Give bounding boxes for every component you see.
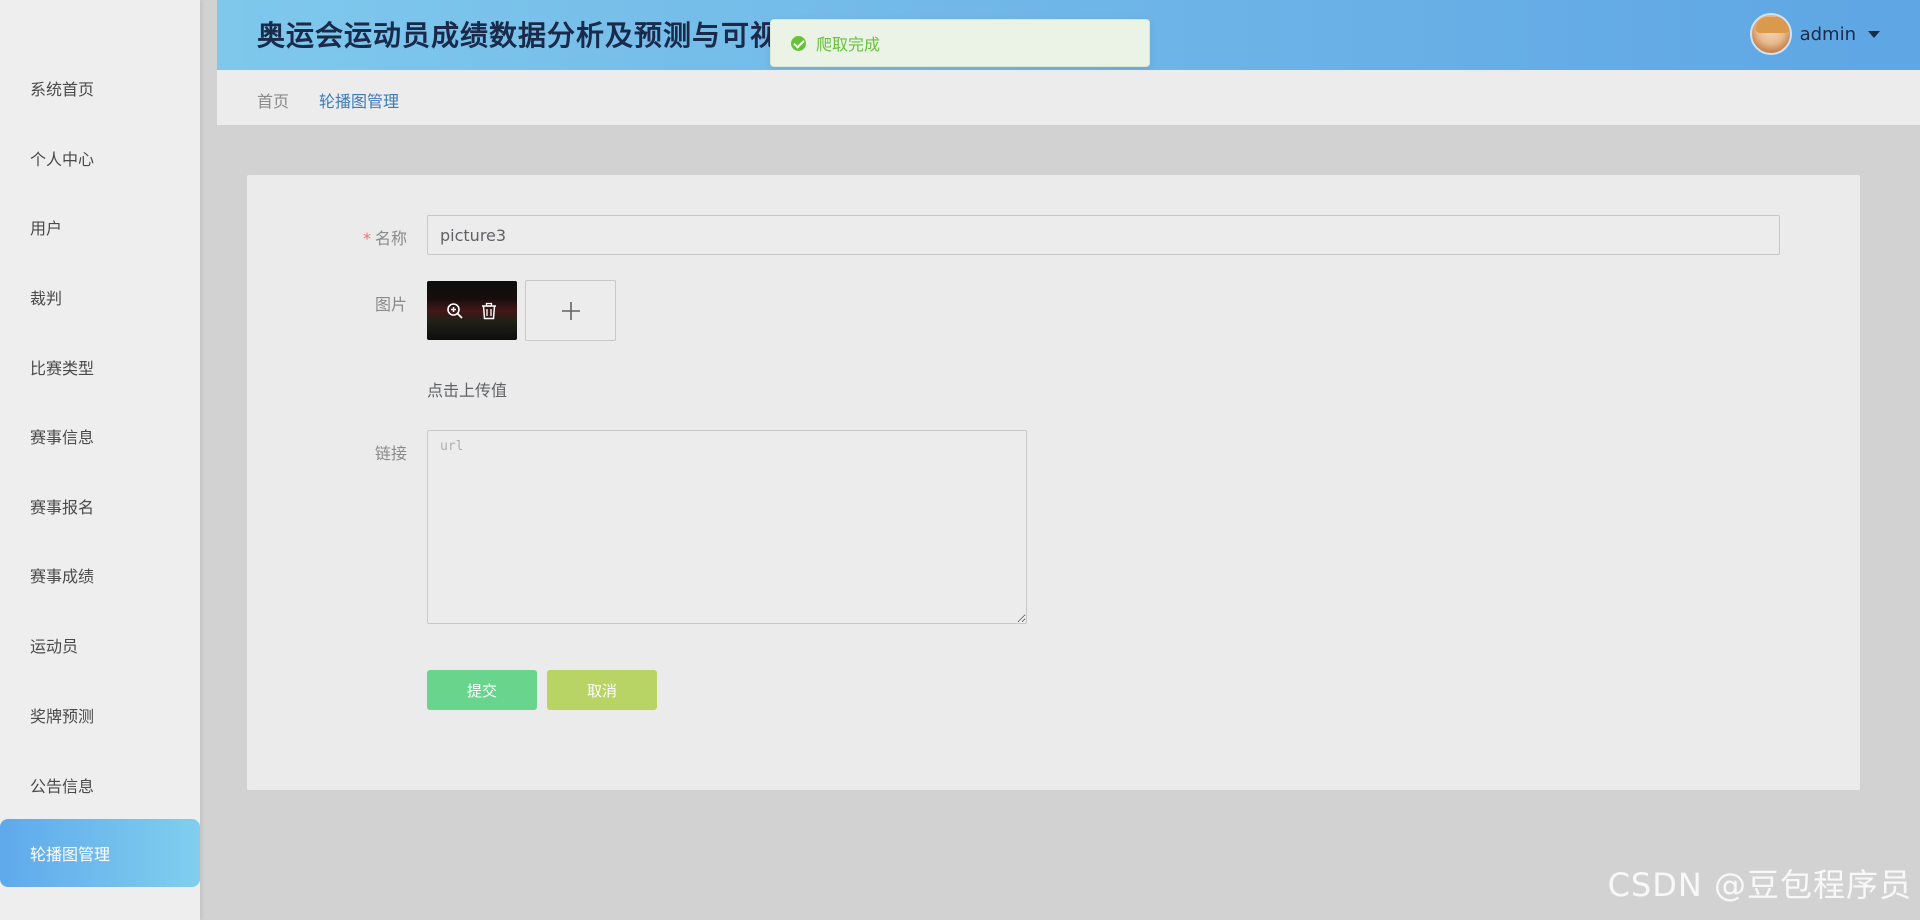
sidebar-item-match-types[interactable]: 比赛类型 xyxy=(0,333,200,401)
sidebar-item-referees[interactable]: 裁判 xyxy=(0,263,200,331)
sidebar-item-users[interactable]: 用户 xyxy=(0,193,200,261)
zoom-in-icon[interactable] xyxy=(444,300,466,322)
sidebar-item-carousel[interactable]: 轮播图管理 xyxy=(0,819,200,887)
sidebar-item-event-results[interactable]: 赛事成绩 xyxy=(0,541,200,609)
breadcrumb-bar: 首页 轮播图管理 xyxy=(217,70,1920,125)
name-label: * 名称 xyxy=(287,225,407,249)
sidebar-item-home[interactable]: 系统首页 xyxy=(0,54,200,122)
submit-button[interactable]: 提交 xyxy=(427,670,537,710)
breadcrumb-current: 轮播图管理 xyxy=(319,92,400,111)
image-label: 图片 xyxy=(374,295,407,314)
sidebar-item-event-registration[interactable]: 赛事报名 xyxy=(0,472,200,540)
sidebar-item-label: 赛事成绩 xyxy=(30,567,95,586)
user-menu[interactable]: admin xyxy=(1749,12,1880,56)
thumbnail-overlay xyxy=(427,281,517,340)
sidebar-item-label: 运动员 xyxy=(30,637,79,656)
required-mark: * xyxy=(362,229,371,248)
sidebar-item-label: 公告信息 xyxy=(30,777,95,796)
cancel-button[interactable]: 取消 xyxy=(547,670,657,710)
sidebar-item-label: 赛事信息 xyxy=(30,428,95,447)
caret-down-icon xyxy=(1868,30,1880,38)
sidebar: 系统首页 个人中心 用户 裁判 比赛类型 赛事信息 赛事报名 赛事成绩 运动员 … xyxy=(0,0,200,920)
check-circle-icon xyxy=(791,35,806,51)
name-input[interactable] xyxy=(427,215,1780,255)
toast-message: 爬取完成 xyxy=(816,35,881,54)
sidebar-item-profile[interactable]: 个人中心 xyxy=(0,124,200,192)
sidebar-item-label: 比赛类型 xyxy=(30,359,95,378)
name-label-text: 名称 xyxy=(374,229,407,248)
breadcrumb: 首页 轮播图管理 xyxy=(257,88,399,112)
sidebar-item-label: 轮播图管理 xyxy=(30,845,111,864)
sidebar-item-label: 裁判 xyxy=(30,289,63,308)
avatar xyxy=(1749,13,1792,55)
sidebar-item-label: 系统首页 xyxy=(30,80,95,99)
watermark: CSDN @豆包程序员 xyxy=(1607,866,1912,904)
sidebar-item-label: 赛事报名 xyxy=(30,498,95,517)
sidebar-item-label: 个人中心 xyxy=(30,150,95,169)
success-toast: 爬取完成 xyxy=(770,19,1150,67)
user-name: admin xyxy=(1799,23,1856,45)
trash-icon[interactable] xyxy=(478,300,500,322)
link-label: 链接 xyxy=(374,444,407,463)
image-thumbnail[interactable] xyxy=(427,281,517,340)
sidebar-item-announcements[interactable]: 公告信息 xyxy=(0,751,200,819)
sidebar-item-medal-prediction[interactable]: 奖牌预测 xyxy=(0,681,200,749)
sidebar-item-athletes[interactable]: 运动员 xyxy=(0,611,200,679)
upload-button[interactable] xyxy=(525,280,616,341)
upload-hint: 点击上传值 xyxy=(427,381,508,400)
sidebar-item-label: 用户 xyxy=(30,219,63,238)
plus-icon xyxy=(561,301,580,320)
link-textarea[interactable] xyxy=(427,430,1027,624)
sidebar-item-event-info[interactable]: 赛事信息 xyxy=(0,402,200,470)
carousel-form-card: *名称 图片 点击上传值 链接 提交 取消 xyxy=(247,175,1860,790)
breadcrumb-home[interactable]: 首页 xyxy=(257,88,289,112)
sidebar-item-label: 奖牌预测 xyxy=(30,707,95,726)
